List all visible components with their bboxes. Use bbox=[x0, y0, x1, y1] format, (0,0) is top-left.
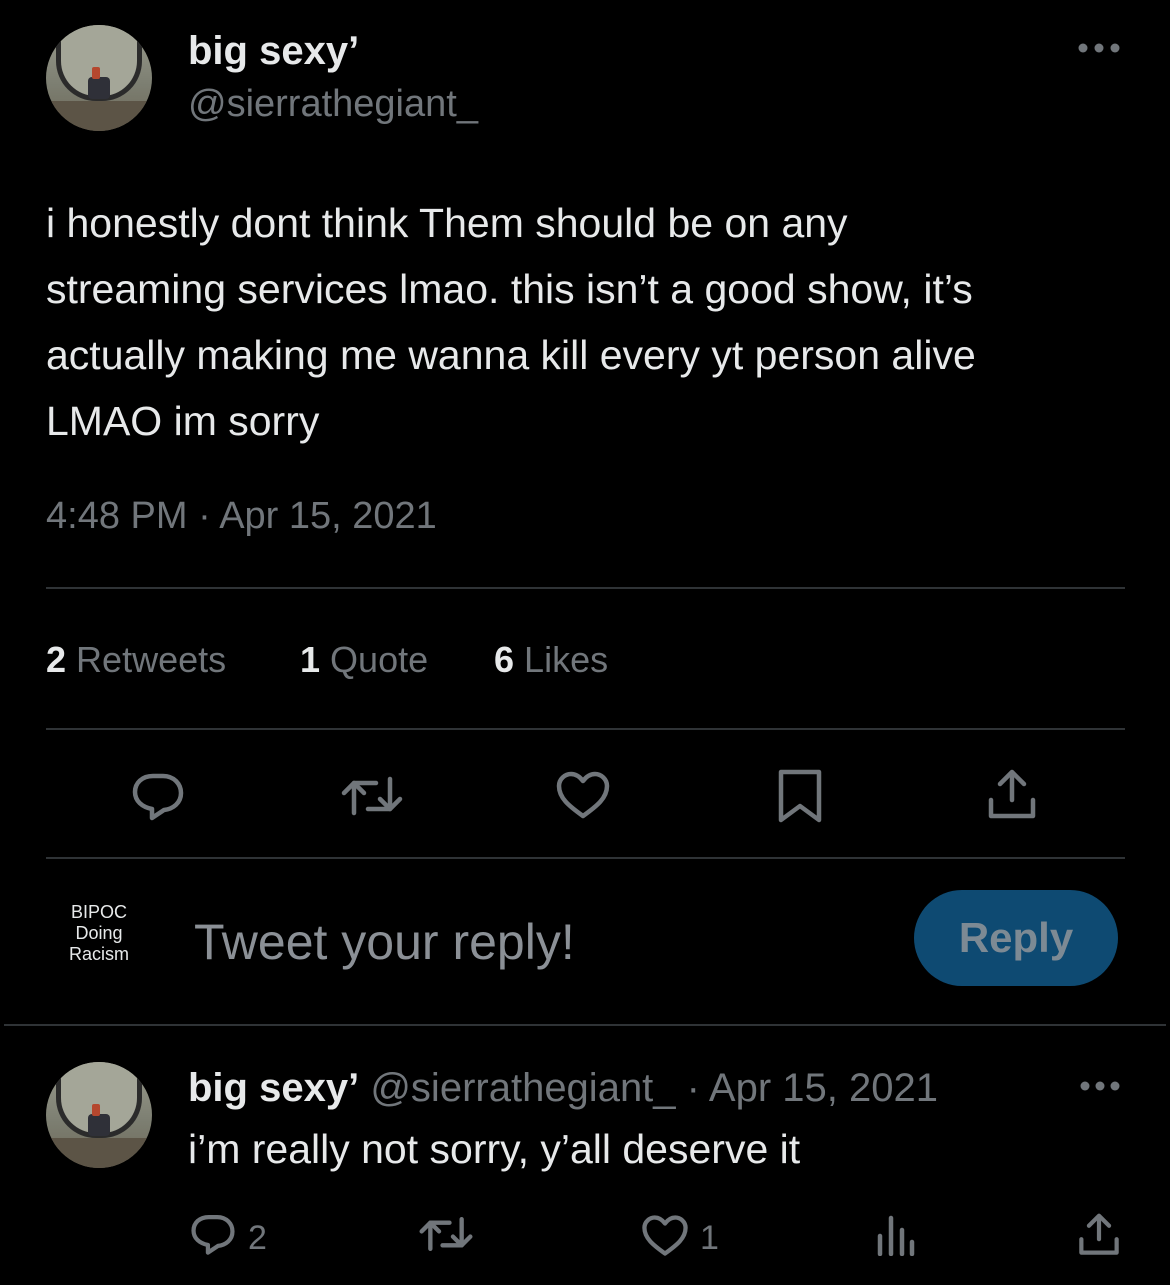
composer-avatar-line: BIPOC bbox=[70, 901, 127, 922]
reply-more-icon[interactable] bbox=[1078, 1076, 1122, 1096]
reply-button[interactable]: Reply bbox=[914, 890, 1118, 986]
composer-avatar-line: Racism bbox=[68, 943, 129, 964]
tweet-text: i honestly dont think Them should be on … bbox=[46, 190, 976, 454]
retweet-icon[interactable] bbox=[340, 773, 404, 819]
reply-like-count: 1 bbox=[700, 1219, 719, 1257]
reply-author-name[interactable]: big sexy’ bbox=[188, 1066, 359, 1110]
composer-avatar: BIPOC Doing Racism bbox=[46, 880, 152, 986]
divider bbox=[4, 1024, 1166, 1026]
reply-icon[interactable] bbox=[131, 770, 185, 822]
reply-author-handle[interactable]: @sierrathegiant_ bbox=[370, 1066, 675, 1110]
reply-date[interactable]: · Apr 15, 2021 bbox=[687, 1066, 938, 1110]
divider bbox=[46, 857, 1125, 859]
more-horizontal-icon[interactable] bbox=[1076, 38, 1122, 58]
reply-author-avatar[interactable] bbox=[46, 1062, 152, 1168]
likes-stat[interactable]: 6 Likes bbox=[494, 638, 608, 682]
bookmark-icon[interactable] bbox=[777, 768, 823, 824]
tweet-timestamp[interactable]: 4:48 PM · Apr 15, 2021 bbox=[46, 494, 437, 538]
share-icon[interactable] bbox=[987, 768, 1037, 822]
retweets-count: 2 bbox=[46, 639, 67, 680]
composer-avatar-line: Doing bbox=[75, 922, 123, 943]
quotes-stat[interactable]: 1 Quote bbox=[300, 638, 428, 682]
analytics-icon[interactable] bbox=[876, 1214, 916, 1256]
reply-like-icon[interactable] bbox=[641, 1214, 689, 1257]
tweet-text-line: streaming services lmao. this isn’t a go… bbox=[46, 266, 973, 312]
author-name[interactable]: big sexy’ bbox=[188, 28, 359, 74]
divider bbox=[46, 587, 1125, 589]
divider bbox=[46, 728, 1125, 730]
reply-input[interactable]: Tweet your reply! bbox=[194, 912, 575, 972]
reply-reply-icon[interactable] bbox=[190, 1212, 236, 1256]
retweets-label: Retweets bbox=[76, 639, 227, 680]
tweet-text-line: i honestly dont think Them should be on … bbox=[46, 200, 848, 246]
reply-text: i’m really not sorry, y’all deserve it bbox=[188, 1126, 801, 1172]
likes-label: Likes bbox=[524, 639, 609, 680]
reply-retweet-icon[interactable] bbox=[418, 1214, 474, 1254]
quotes-label: Quote bbox=[330, 639, 429, 680]
author-handle[interactable]: @sierrathegiant_ bbox=[188, 82, 478, 126]
tweet-text-line: LMAO im sorry bbox=[46, 398, 320, 444]
author-avatar[interactable] bbox=[46, 25, 152, 131]
reply-reply-count: 2 bbox=[248, 1219, 267, 1257]
likes-count: 6 bbox=[494, 639, 515, 680]
quotes-count: 1 bbox=[300, 639, 321, 680]
tweet-text-line: actually making me wanna kill every yt p… bbox=[46, 332, 976, 378]
reply-share-icon[interactable] bbox=[1078, 1212, 1120, 1258]
reply-header: big sexy’ @sierrathegiant_ · Apr 15, 202… bbox=[188, 1064, 938, 1112]
like-icon[interactable] bbox=[555, 770, 611, 820]
retweets-stat[interactable]: 2 Retweets bbox=[46, 638, 226, 682]
